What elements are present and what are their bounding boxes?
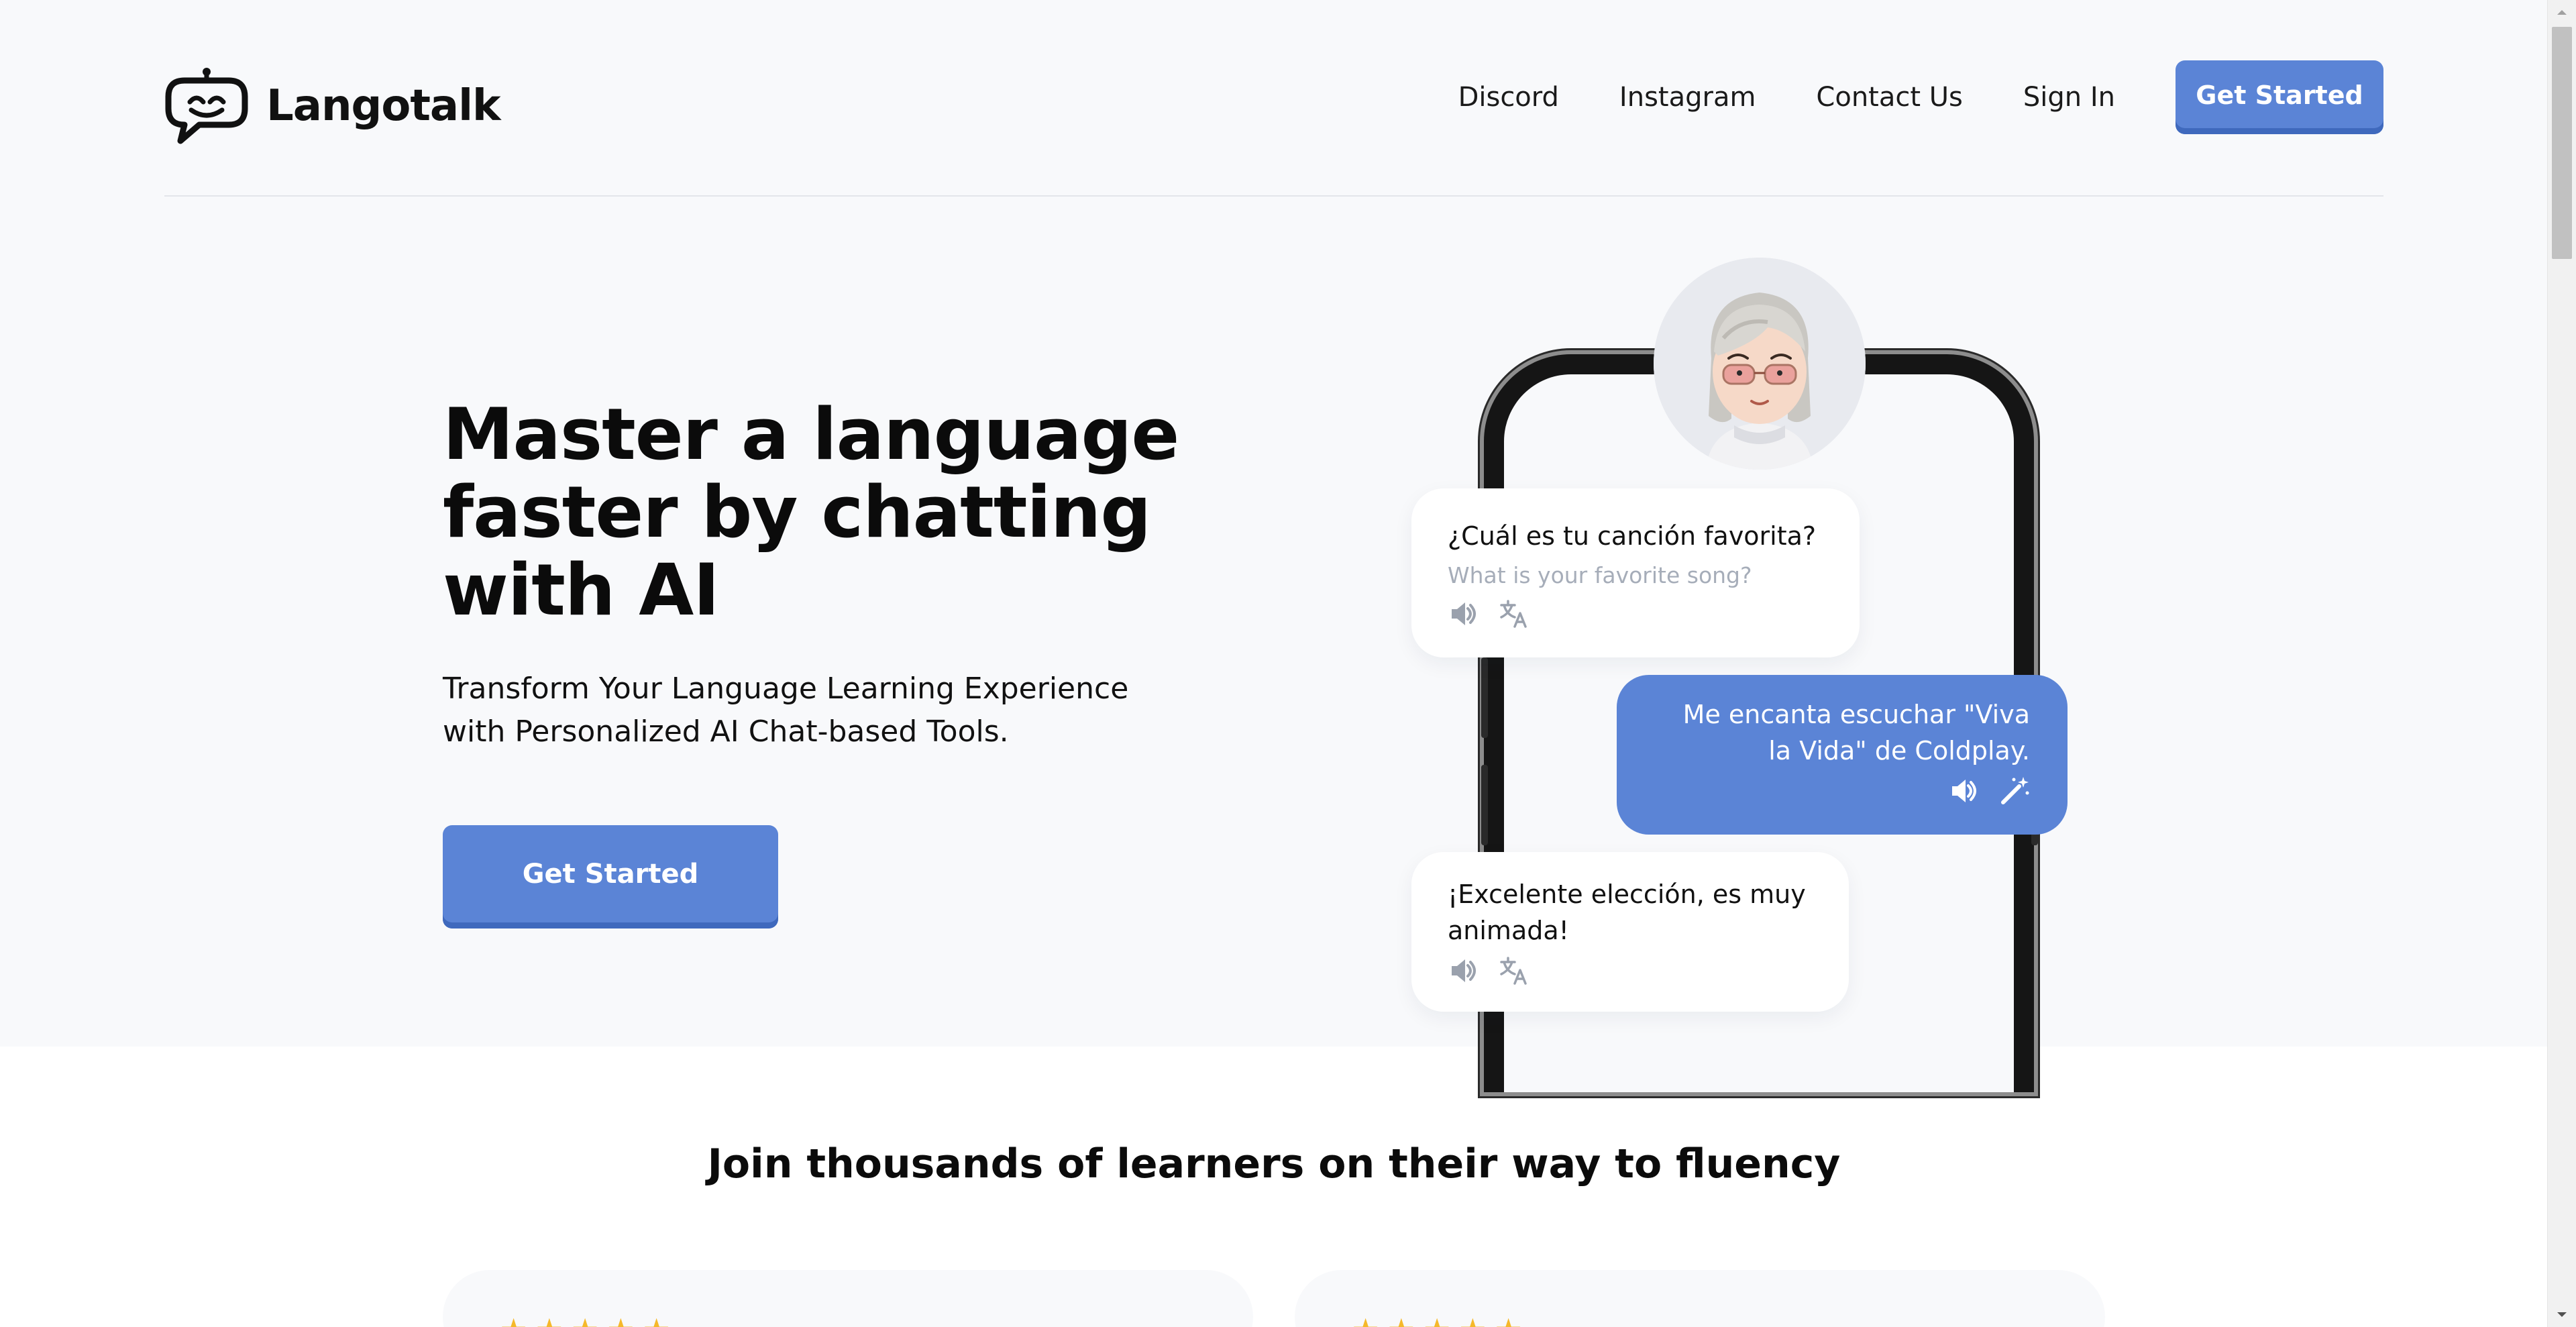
message-text-line: animada! [1448, 916, 1569, 945]
phone-side-button [1481, 657, 1488, 738]
chat-message-user: Me encanta escuchar "Viva la Vida" de Co… [1617, 675, 2068, 835]
message-actions [1448, 955, 1813, 986]
page-scrollbar[interactable] [2547, 0, 2576, 1327]
hero-title-line: with AI [443, 549, 720, 631]
nav-link-contact-us[interactable]: Contact Us [1816, 82, 1962, 113]
message-text: Me encanta escuchar "Viva la Vida" de Co… [1654, 696, 2030, 769]
review-card: ★★★★★ [443, 1270, 1253, 1327]
header-divider [164, 195, 2383, 197]
translate-icon[interactable] [1499, 598, 1529, 629]
nav-link-discord[interactable]: Discord [1458, 82, 1559, 113]
speaker-icon[interactable] [1948, 776, 1979, 806]
social-proof-title: Join thousands of learners on their way … [707, 1140, 1841, 1187]
brand-name: Langotalk [266, 81, 501, 131]
chat-message-tutor: ¿Cuál es tu canción favorita? What is yo… [1411, 488, 1860, 657]
hero-title-line: faster by chatting [443, 471, 1151, 553]
brand-logo[interactable]: Langotalk [164, 67, 501, 145]
nav-link-instagram[interactable]: Instagram [1619, 82, 1756, 113]
chat-message-tutor: ¡Excelente elección, es muy animada! [1411, 852, 1849, 1012]
rating-stars: ★★★★★ [1352, 1312, 1530, 1327]
message-actions [1448, 598, 1823, 629]
rating-stars: ★★★★★ [500, 1312, 678, 1327]
nav-link-sign-in[interactable]: Sign In [2023, 82, 2115, 113]
header-get-started-button[interactable]: Get Started [2176, 60, 2383, 134]
speaker-icon[interactable] [1448, 955, 1479, 986]
translate-icon[interactable] [1499, 955, 1529, 986]
message-actions [1654, 776, 2030, 806]
speaker-icon[interactable] [1448, 598, 1479, 629]
scroll-up-arrow-icon[interactable] [2548, 0, 2576, 24]
hero-subtitle-line: Transform Your Language Learning Experie… [443, 672, 1129, 706]
message-text: ¡Excelente elección, es muy animada! [1448, 876, 1813, 949]
hero-title-line: Master a language [443, 393, 1179, 476]
message-text-line: ¡Excelente elección, es muy [1448, 880, 1806, 909]
message-text: ¿Cuál es tu canción favorita? [1448, 521, 1817, 551]
hero-title: Master a language faster by chatting wit… [443, 396, 1248, 629]
site-header: Langotalk Discord Instagram Contact Us S… [164, 60, 2383, 195]
phone-side-button [1481, 765, 1488, 845]
hero-subtitle: Transform Your Language Learning Experie… [443, 668, 1194, 753]
hero-get-started-button[interactable]: Get Started [443, 825, 778, 928]
message-translation: What is your favorite song? [1448, 562, 1752, 588]
message-text-line: Me encanta escuchar "Viva [1682, 700, 2030, 729]
landing-page: Langotalk Discord Instagram Contact Us S… [0, 0, 2576, 1327]
scroll-down-arrow-icon[interactable] [2548, 1303, 2576, 1327]
review-card: ★★★★★ [1295, 1270, 2105, 1327]
message-text-line: la Vida" de Coldplay. [1768, 736, 2030, 765]
tutor-avatar [1654, 258, 1866, 470]
hero-subtitle-line: with Personalized AI Chat-based Tools. [443, 714, 1009, 749]
scrollbar-thumb[interactable] [2552, 27, 2572, 259]
magic-wand-icon[interactable] [1999, 776, 2030, 806]
chat-bubble-smile-icon [164, 67, 249, 145]
top-nav: Discord Instagram Contact Us Sign In Get… [1458, 60, 2383, 134]
